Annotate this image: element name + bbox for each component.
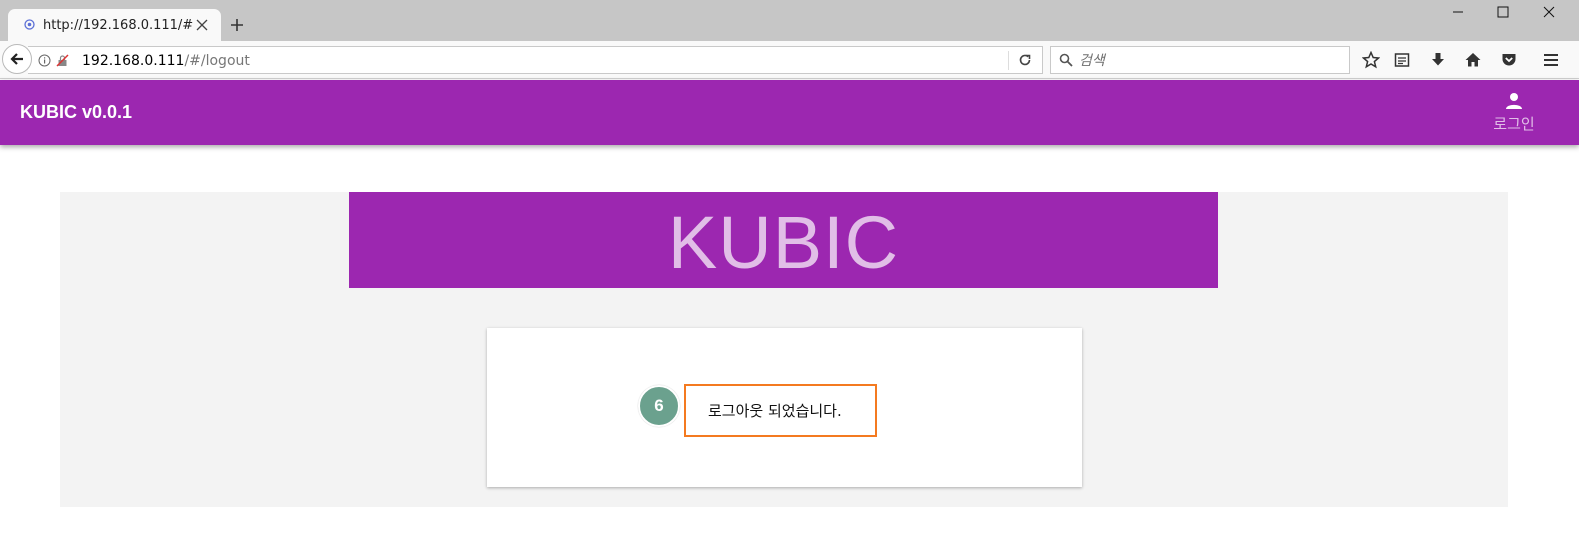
login-label: 로그인 bbox=[1493, 115, 1535, 133]
content-area: KUBIC 6 로그아웃 되었습니다. bbox=[60, 192, 1508, 507]
url-text[interactable]: 192.168.0.111/#/logout bbox=[82, 53, 250, 69]
app-brand[interactable]: KUBIC v0.0.1 bbox=[20, 102, 132, 123]
download-icon[interactable] bbox=[1429, 51, 1447, 69]
new-tab-icon[interactable] bbox=[229, 17, 245, 33]
hero-title: KUBIC bbox=[667, 201, 900, 284]
menu-icon[interactable] bbox=[1542, 51, 1560, 69]
window-close-icon[interactable] bbox=[1542, 5, 1556, 19]
url-host: 192.168.0.111 bbox=[82, 53, 185, 69]
globe-icon bbox=[24, 19, 35, 30]
tab-title: http://192.168.0.111/#/imag bbox=[43, 18, 193, 33]
logout-message: 로그아웃 되었습니다. bbox=[708, 402, 842, 420]
search-input[interactable] bbox=[1077, 50, 1341, 72]
bookmark-star-icon[interactable] bbox=[1362, 51, 1380, 69]
reload-icon[interactable] bbox=[1018, 53, 1032, 67]
home-icon[interactable] bbox=[1464, 51, 1482, 69]
browser-tabstrip: http://192.168.0.111/#/imag bbox=[0, 0, 1579, 41]
back-button[interactable] bbox=[2, 44, 32, 74]
info-icon[interactable] bbox=[38, 54, 51, 67]
back-arrow-icon bbox=[10, 53, 23, 65]
app-header: KUBIC v0.0.1 로그인 bbox=[0, 80, 1579, 145]
step-badge: 6 bbox=[638, 385, 680, 427]
url-path: /#/logout bbox=[184, 53, 250, 69]
minimize-icon[interactable] bbox=[1451, 5, 1465, 19]
insecure-lock-icon[interactable] bbox=[56, 54, 69, 67]
message-highlight: 로그아웃 되었습니다. bbox=[684, 384, 877, 437]
browser-navbar: 192.168.0.111/#/logout bbox=[0, 41, 1579, 79]
maximize-icon[interactable] bbox=[1496, 5, 1510, 19]
close-tab-icon[interactable] bbox=[196, 19, 208, 31]
browser-tab[interactable]: http://192.168.0.111/#/imag bbox=[8, 9, 221, 41]
hero-banner: KUBIC bbox=[349, 192, 1218, 288]
pocket-icon[interactable] bbox=[1500, 51, 1518, 69]
logout-card: 6 로그아웃 되었습니다. bbox=[487, 328, 1082, 487]
reading-list-icon[interactable] bbox=[1393, 51, 1411, 69]
urlbar-divider bbox=[1008, 51, 1009, 70]
login-button[interactable]: 로그인 bbox=[1487, 88, 1541, 138]
address-bar[interactable]: 192.168.0.111/#/logout bbox=[28, 46, 1043, 74]
search-bar[interactable] bbox=[1050, 46, 1350, 74]
search-icon bbox=[1059, 53, 1073, 67]
person-icon bbox=[1506, 93, 1522, 109]
